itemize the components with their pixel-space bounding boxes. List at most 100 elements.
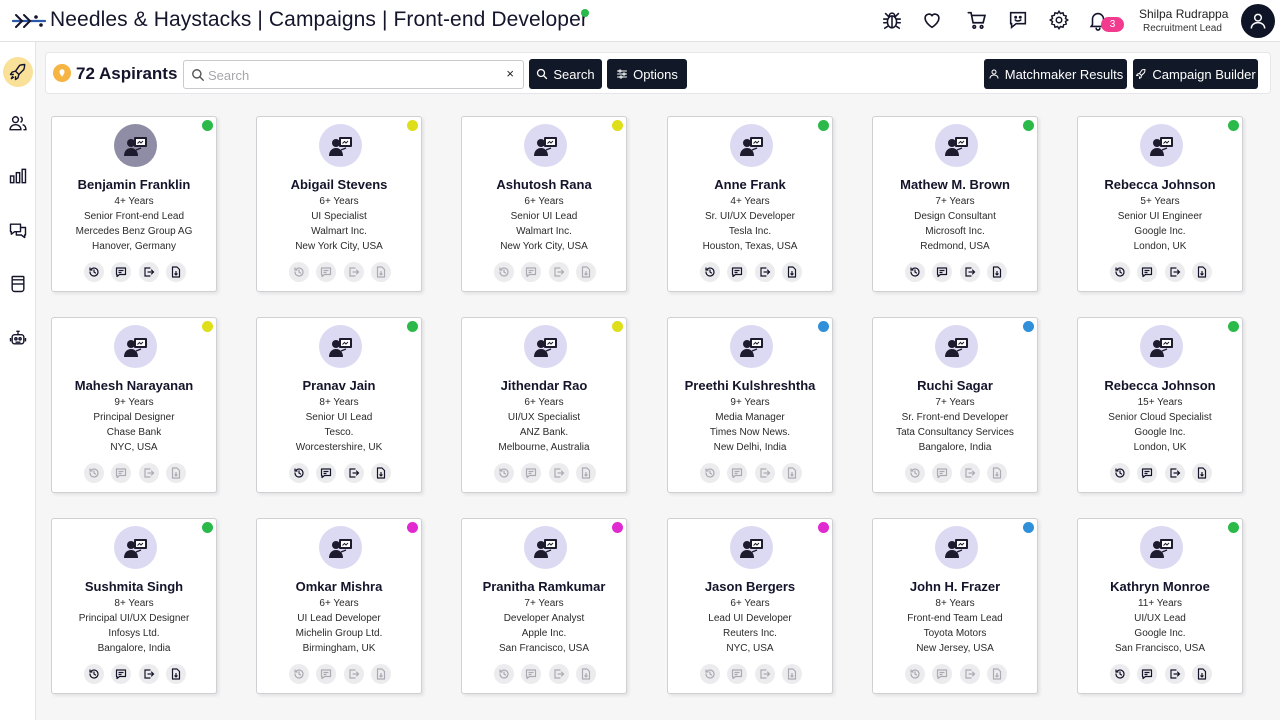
export-button[interactable] [1164,664,1185,684]
export-button[interactable] [343,664,364,684]
history-button[interactable] [905,463,925,483]
search-button[interactable]: Search [529,59,602,89]
sidebar-item-campaigns[interactable] [3,57,33,87]
user-avatar[interactable] [1241,4,1275,38]
aspirant-card[interactable]: Pranav Jain 8+ Years Senior UI Lead Tesc… [256,317,422,493]
sidebar-item-storage[interactable] [3,269,33,299]
export-button[interactable] [138,262,159,282]
options-button[interactable]: Options [607,59,687,89]
download-file-button[interactable] [781,463,802,483]
message-button[interactable] [316,463,337,483]
aspirant-card[interactable]: Omkar Mishra 6+ Years UI Lead Developer … [256,518,422,694]
history-button[interactable] [494,463,514,483]
clear-search-icon[interactable]: × [506,66,514,81]
export-button[interactable] [1164,463,1185,483]
cart-icon[interactable] [964,7,990,33]
message-button[interactable] [111,463,132,483]
campaign-builder-button[interactable]: Campaign Builder [1133,59,1258,89]
candidate-name[interactable]: Preethi Kulshreshtha [668,378,832,393]
export-button[interactable] [754,463,775,483]
history-button[interactable] [289,664,309,684]
export-button[interactable] [548,664,569,684]
message-button[interactable] [111,262,132,282]
aspirant-card[interactable]: Sushmita Singh 8+ Years Principal UI/UX … [51,518,217,694]
candidate-name[interactable]: Jithendar Rao [462,378,626,393]
history-button[interactable] [84,664,104,684]
message-button[interactable] [932,262,953,282]
aspirant-card[interactable]: Preethi Kulshreshtha 9+ Years Media Mana… [667,317,833,493]
download-file-button[interactable] [781,664,802,684]
candidate-name[interactable]: Kathryn Monroe [1078,579,1242,594]
download-file-button[interactable] [575,664,596,684]
candidate-name[interactable]: Benjamin Franklin [52,177,216,192]
download-file-button[interactable] [370,463,391,483]
history-button[interactable] [1110,664,1130,684]
history-button[interactable] [905,664,925,684]
message-button[interactable] [316,664,337,684]
export-button[interactable] [754,262,775,282]
history-button[interactable] [700,664,720,684]
export-button[interactable] [138,664,159,684]
message-button[interactable] [1137,463,1158,483]
aspirant-card[interactable]: Anne Frank 4+ Years Sr. UI/UX Developer … [667,116,833,292]
history-button[interactable] [494,664,514,684]
message-button[interactable] [521,463,542,483]
message-button[interactable] [932,463,953,483]
history-button[interactable] [1110,463,1130,483]
sidebar-item-users[interactable] [3,108,33,138]
matchmaker-results-button[interactable]: Matchmaker Results [984,59,1127,89]
aspirant-card[interactable]: John H. Frazer 8+ Years Front-end Team L… [872,518,1038,694]
message-button[interactable] [111,664,132,684]
candidate-name[interactable]: Rebecca Johnson [1078,378,1242,393]
message-button[interactable] [521,664,542,684]
aspirant-card[interactable]: Jithendar Rao 6+ Years UI/UX Specialist … [461,317,627,493]
aspirant-card[interactable]: Jason Bergers 6+ Years Lead UI Developer… [667,518,833,694]
candidate-name[interactable]: Mathew M. Brown [873,177,1037,192]
download-file-button[interactable] [575,262,596,282]
search-input[interactable] [208,65,498,85]
aspirant-card[interactable]: Kathryn Monroe 11+ Years UI/UX Lead Goog… [1077,518,1243,694]
candidate-name[interactable]: Pranitha Ramkumar [462,579,626,594]
sidebar-item-bot[interactable] [3,323,33,353]
download-file-button[interactable] [165,664,186,684]
history-button[interactable] [289,463,309,483]
download-file-button[interactable] [1191,262,1212,282]
download-file-button[interactable] [165,262,186,282]
aspirant-card[interactable]: Pranitha Ramkumar 7+ Years Developer Ana… [461,518,627,694]
candidate-name[interactable]: Ruchi Sagar [873,378,1037,393]
download-file-button[interactable] [165,463,186,483]
candidate-name[interactable]: Ashutosh Rana [462,177,626,192]
aspirant-card[interactable]: Rebecca Johnson 15+ Years Senior Cloud S… [1077,317,1243,493]
download-file-button[interactable] [1191,463,1212,483]
aspirant-card[interactable]: Abigail Stevens 6+ Years UI Specialist W… [256,116,422,292]
aspirant-card[interactable]: Mahesh Narayanan 9+ Years Principal Desi… [51,317,217,493]
message-button[interactable] [521,262,542,282]
sidebar-item-analytics[interactable] [3,161,33,191]
message-button[interactable] [316,262,337,282]
history-button[interactable] [905,262,925,282]
bug-icon[interactable] [879,7,905,33]
sidebar-item-chat[interactable] [3,215,33,245]
needle-logo-icon[interactable] [12,11,46,31]
export-button[interactable] [1164,262,1185,282]
download-file-button[interactable] [370,262,391,282]
download-file-button[interactable] [986,463,1007,483]
history-button[interactable] [494,262,514,282]
candidate-name[interactable]: Rebecca Johnson [1078,177,1242,192]
export-button[interactable] [754,664,775,684]
history-button[interactable] [84,262,104,282]
candidate-name[interactable]: Mahesh Narayanan [52,378,216,393]
history-button[interactable] [700,463,720,483]
export-button[interactable] [343,463,364,483]
export-button[interactable] [959,463,980,483]
candidate-name[interactable]: Anne Frank [668,177,832,192]
candidate-name[interactable]: Abigail Stevens [257,177,421,192]
candidate-name[interactable]: John H. Frazer [873,579,1037,594]
aspirant-card[interactable]: Benjamin Franklin 4+ Years Senior Front-… [51,116,217,292]
download-file-button[interactable] [986,664,1007,684]
message-button[interactable] [932,664,953,684]
download-file-button[interactable] [986,262,1007,282]
candidate-name[interactable]: Omkar Mishra [257,579,421,594]
aspirant-card[interactable]: Rebecca Johnson 5+ Years Senior UI Engin… [1077,116,1243,292]
export-button[interactable] [548,262,569,282]
